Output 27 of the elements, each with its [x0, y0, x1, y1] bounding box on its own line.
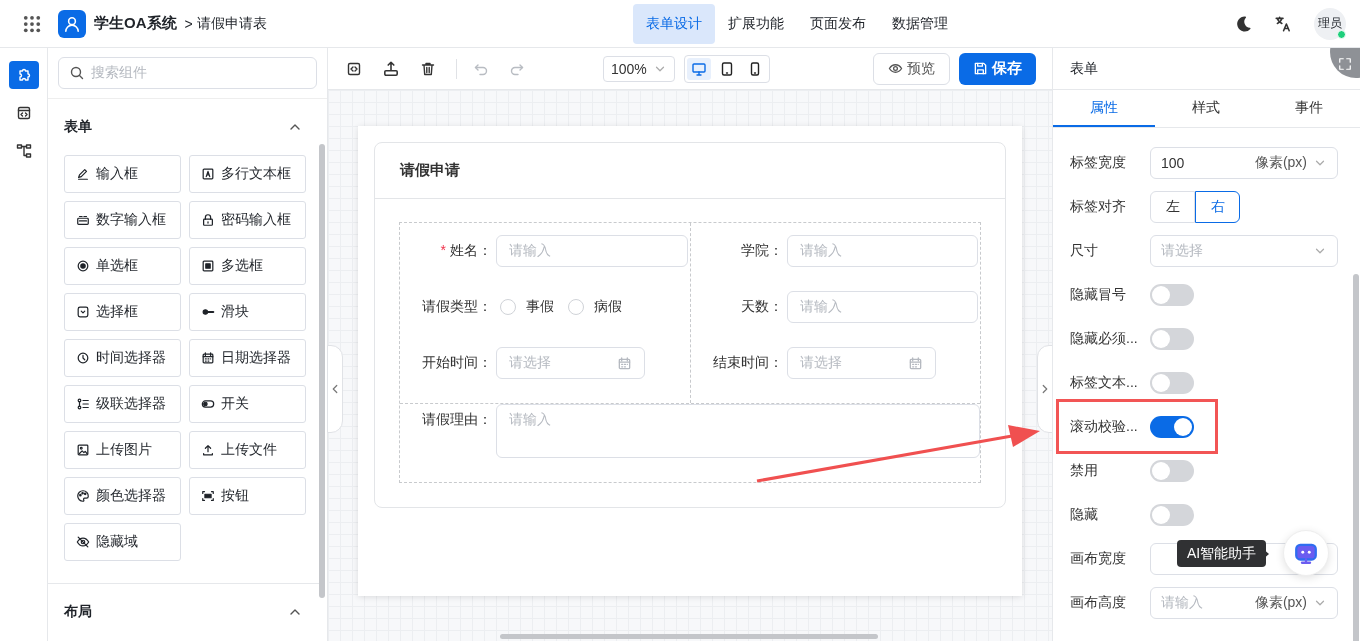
assistant-tooltip: AI智能助手	[1177, 540, 1267, 567]
section-title: 表单	[64, 118, 92, 136]
property-label: 标签对齐	[1070, 198, 1127, 216]
field-label: 请假理由：	[422, 411, 492, 427]
field-label: 天数：	[741, 298, 783, 314]
property-label: 禁用	[1070, 462, 1099, 480]
property-label: 画布高度	[1070, 594, 1127, 612]
field-label: 姓名：	[450, 242, 492, 258]
app-name: 学生OA系统	[94, 14, 177, 33]
field-label: 结束时间：	[713, 354, 783, 370]
panel-title: 表单	[1070, 59, 1098, 78]
field-label: 请假类型：	[422, 298, 492, 314]
property-label: 标签文本...	[1070, 374, 1139, 392]
field-label: 学院：	[741, 242, 783, 258]
section-title: 布局	[64, 603, 92, 621]
breadcrumb-separator: >	[184, 15, 193, 32]
property-label: 滚动校验...	[1070, 418, 1139, 436]
required-mark: *	[440, 242, 446, 258]
property-label: 尺寸	[1070, 242, 1099, 260]
property-label: 隐藏必须...	[1070, 330, 1139, 348]
form-title: 请假申请	[400, 161, 460, 180]
property-label: 画布宽度	[1070, 550, 1127, 568]
property-label: 隐藏	[1070, 506, 1099, 524]
property-label: 标签宽度	[1070, 154, 1127, 172]
breadcrumb: 请假申请表	[196, 14, 267, 33]
field-label: 开始时间：	[422, 354, 492, 370]
property-label: 隐藏冒号	[1070, 286, 1127, 304]
